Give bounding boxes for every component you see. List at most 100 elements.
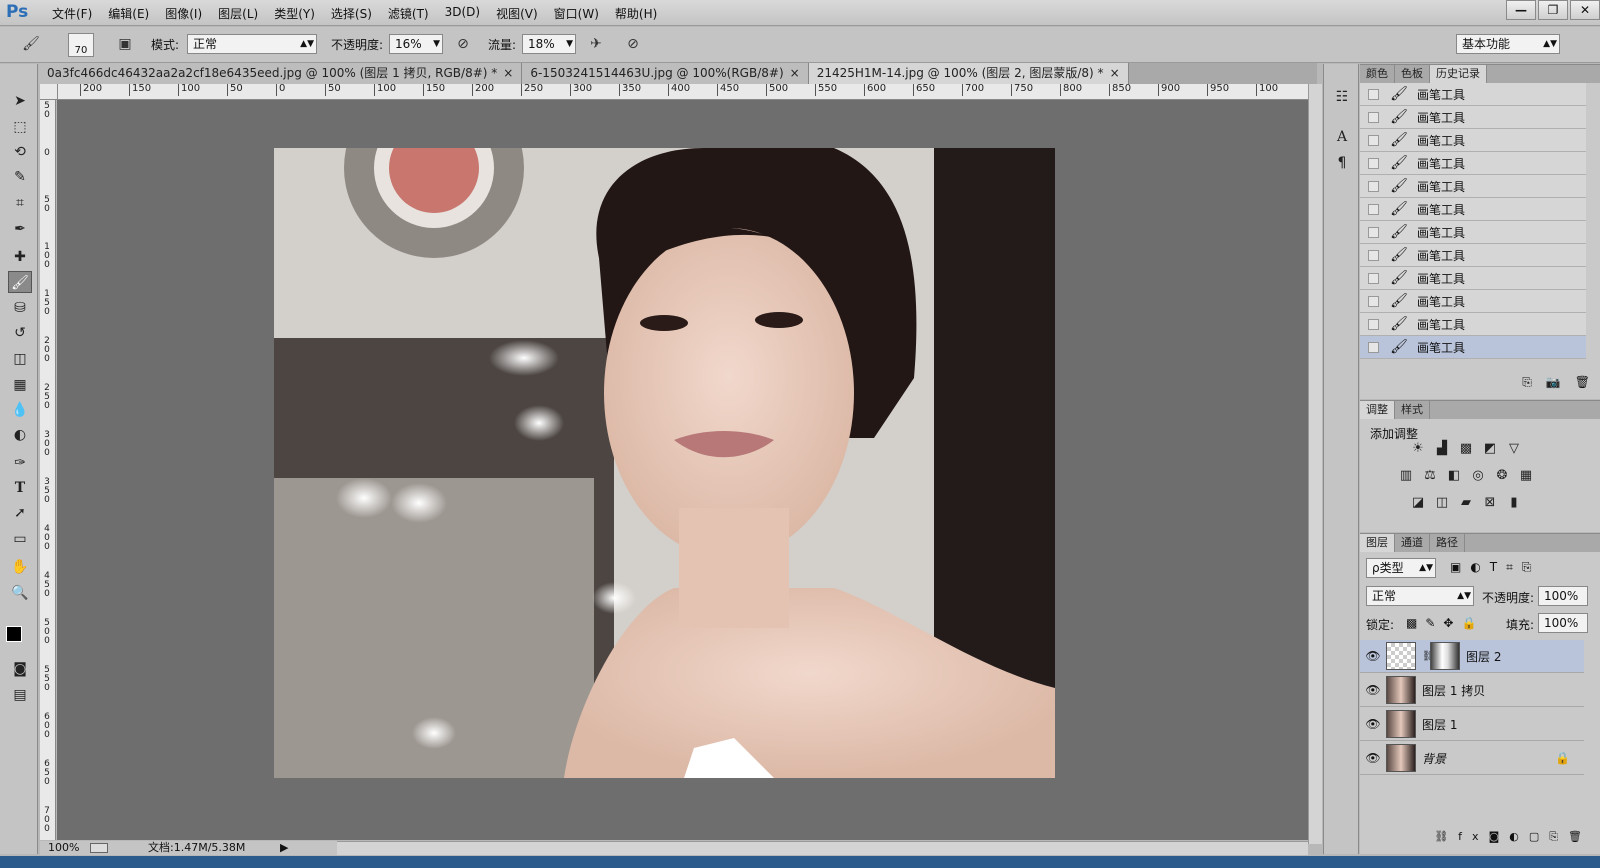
layer-opacity-field[interactable]: 100% bbox=[1538, 586, 1588, 606]
threshold-icon[interactable]: ▰ bbox=[1458, 495, 1474, 511]
history-source-checkbox[interactable] bbox=[1368, 88, 1379, 100]
vertical-scrollbar[interactable] bbox=[1308, 84, 1322, 844]
color-lookup-icon[interactable]: ▦ bbox=[1518, 468, 1534, 484]
doc-tab-2[interactable]: 6-1503241514463U.jpg @ 100%(RGB/8#) × bbox=[522, 63, 809, 84]
levels-icon[interactable]: ▟ bbox=[1434, 441, 1450, 457]
history-brush-tool-icon[interactable]: ↺ bbox=[8, 322, 32, 344]
layer-filter-icons[interactable]: ▣◐T⌗⎘ bbox=[1450, 560, 1541, 575]
eye-icon[interactable]: 👁 bbox=[1360, 649, 1386, 663]
rectangle-tool-icon[interactable]: ▭ bbox=[8, 528, 32, 550]
eye-icon[interactable]: 👁 bbox=[1360, 751, 1386, 765]
close-icon[interactable]: × bbox=[1110, 66, 1120, 80]
history-source-checkbox[interactable] bbox=[1368, 203, 1379, 215]
close-icon[interactable]: × bbox=[503, 66, 513, 80]
pressure-opacity-icon[interactable]: ⊘ bbox=[452, 33, 474, 55]
layer-row[interactable]: 👁 图层 1 bbox=[1360, 708, 1584, 741]
brush-preset-icon[interactable]: 🖌 bbox=[20, 33, 42, 55]
history-item[interactable]: 🖌 画笔工具 bbox=[1360, 290, 1586, 313]
hand-tool-icon[interactable]: ✋ bbox=[8, 556, 32, 578]
ruler-origin[interactable] bbox=[40, 84, 58, 100]
eraser-tool-icon[interactable]: ◫ bbox=[8, 348, 32, 370]
history-source-checkbox[interactable] bbox=[1368, 318, 1379, 330]
horizontal-ruler[interactable]: 200 150 100 50 0 50 100 150 200 250 300 350 400 450 50… bbox=[58, 84, 1308, 100]
exposure-icon[interactable]: ◩ bbox=[1482, 441, 1498, 457]
gradient-map-icon[interactable]: ▮ bbox=[1506, 495, 1522, 511]
zoom-level[interactable]: 100% bbox=[48, 841, 79, 855]
close-icon[interactable]: × bbox=[790, 66, 800, 80]
history-item[interactable]: 🖌 画笔工具 bbox=[1360, 198, 1586, 221]
brightness-icon[interactable]: ☀ bbox=[1410, 441, 1426, 457]
layer-actions[interactable]: ⛓fx◙◐▢⎘🗑 bbox=[1360, 830, 1598, 844]
brush-size-picker[interactable]: 70 bbox=[68, 33, 94, 57]
hue-saturation-icon[interactable]: ▥ bbox=[1398, 468, 1414, 484]
clone-stamp-tool-icon[interactable]: ⛁ bbox=[8, 297, 32, 319]
selective-color-icon[interactable]: ⊠ bbox=[1482, 495, 1498, 511]
zoom-tool-icon[interactable]: 🔍 bbox=[8, 582, 32, 604]
history-source-checkbox[interactable] bbox=[1368, 134, 1379, 146]
layer-row[interactable]: 👁 图层 1 拷贝 bbox=[1360, 674, 1584, 707]
paragraph-icon[interactable]: ¶ bbox=[1330, 152, 1354, 174]
menu-layer[interactable]: 图层(L) bbox=[210, 5, 266, 22]
airbrush-icon[interactable]: ✈ bbox=[585, 33, 607, 55]
pen-tool-icon[interactable]: ✑ bbox=[8, 452, 32, 474]
doc-tab-3[interactable]: 21425H1M-14.jpg @ 100% (图层 2, 图层蒙版/8) * × bbox=[808, 63, 1129, 84]
tab-history[interactable]: 历史记录 bbox=[1430, 65, 1487, 83]
properties-icon[interactable]: ☷ bbox=[1330, 86, 1354, 108]
trash-icon[interactable]: 🗑 bbox=[1575, 375, 1590, 390]
history-source-checkbox[interactable] bbox=[1368, 180, 1379, 192]
tab-channels[interactable]: 通道 bbox=[1395, 534, 1430, 552]
history-item[interactable]: 🖌 画笔工具 bbox=[1360, 175, 1586, 198]
eye-icon[interactable]: 👁 bbox=[1360, 717, 1386, 731]
lock-icons[interactable]: ▩✎✥🔒 bbox=[1406, 616, 1484, 630]
path-select-tool-icon[interactable]: ➚ bbox=[8, 502, 32, 524]
blur-tool-icon[interactable]: 💧 bbox=[8, 399, 32, 421]
minimize-button[interactable]: — bbox=[1506, 0, 1536, 20]
link-icon[interactable]: ⛓ bbox=[1422, 651, 1435, 662]
history-item[interactable]: 🖌 画笔工具 bbox=[1360, 152, 1586, 175]
vertical-ruler[interactable]: 5 0 0 5 0 1 0 0 1 5 0 2 0 0 2 5 0 3 0 0 3 5 0 4 0… bbox=[40, 100, 56, 840]
snapshot-icon[interactable]: 📷 bbox=[1546, 375, 1561, 390]
history-item[interactable]: 🖌 画笔工具 bbox=[1360, 83, 1586, 106]
gradient-tool-icon[interactable]: ▦ bbox=[8, 374, 32, 396]
history-item[interactable]: 🖌 画笔工具 bbox=[1360, 129, 1586, 152]
invert-icon[interactable]: ◪ bbox=[1410, 495, 1426, 511]
history-source-checkbox[interactable] bbox=[1368, 272, 1379, 284]
eye-icon[interactable]: 👁 bbox=[1360, 683, 1386, 697]
menu-file[interactable]: 文件(F) bbox=[44, 5, 100, 22]
eyedropper-tool-icon[interactable]: ✒ bbox=[8, 218, 32, 240]
black-white-icon[interactable]: ◧ bbox=[1446, 468, 1462, 484]
canvas-area[interactable] bbox=[57, 100, 1308, 840]
tab-styles[interactable]: 样式 bbox=[1395, 401, 1430, 419]
tab-color[interactable]: 颜色 bbox=[1360, 65, 1395, 83]
history-item[interactable]: 🖌 画笔工具 bbox=[1360, 106, 1586, 129]
history-source-checkbox[interactable] bbox=[1368, 111, 1379, 123]
tab-layers[interactable]: 图层 bbox=[1360, 534, 1395, 552]
menu-filter[interactable]: 滤镜(T) bbox=[380, 5, 437, 22]
lasso-tool-icon[interactable]: ⟲ bbox=[8, 141, 32, 163]
history-source-checkbox[interactable] bbox=[1368, 341, 1379, 353]
history-item[interactable]: 🖌 画笔工具 bbox=[1360, 244, 1586, 267]
restore-button[interactable]: ❐ bbox=[1538, 0, 1568, 20]
type-tool-icon[interactable]: T bbox=[8, 477, 32, 499]
horizontal-scrollbar[interactable] bbox=[337, 841, 1308, 855]
history-item[interactable]: 🖌 画笔工具 bbox=[1360, 313, 1586, 336]
flow-field[interactable]: 18% ▼ bbox=[522, 34, 576, 54]
character-icon[interactable]: A bbox=[1330, 126, 1354, 148]
portrait-photo[interactable] bbox=[274, 148, 1055, 778]
quick-select-tool-icon[interactable]: ✎ bbox=[8, 166, 32, 188]
doc-tab-1[interactable]: 0a3fc466dc46432aa2a2cf18e6435eed.jpg @ 1… bbox=[39, 63, 523, 84]
posterize-icon[interactable]: ◫ bbox=[1434, 495, 1450, 511]
crop-tool-icon[interactable]: ⌗ bbox=[8, 192, 32, 214]
menu-image[interactable]: 图像(I) bbox=[157, 5, 210, 22]
dodge-tool-icon[interactable]: ◐ bbox=[8, 424, 32, 446]
menu-edit[interactable]: 编辑(E) bbox=[100, 5, 157, 22]
fill-field[interactable]: 100% bbox=[1538, 613, 1588, 633]
history-source-checkbox[interactable] bbox=[1368, 157, 1379, 169]
healing-brush-tool-icon[interactable]: ✚ bbox=[8, 246, 32, 268]
close-button[interactable]: ✕ bbox=[1570, 0, 1600, 20]
opacity-field[interactable]: 16% ▼ bbox=[389, 34, 443, 54]
photo-filter-icon[interactable]: ◎ bbox=[1470, 468, 1486, 484]
vibrance-icon[interactable]: ▽ bbox=[1506, 441, 1522, 457]
menu-view[interactable]: 视图(V) bbox=[488, 5, 546, 22]
history-item[interactable]: 🖌 画笔工具 bbox=[1360, 267, 1586, 290]
